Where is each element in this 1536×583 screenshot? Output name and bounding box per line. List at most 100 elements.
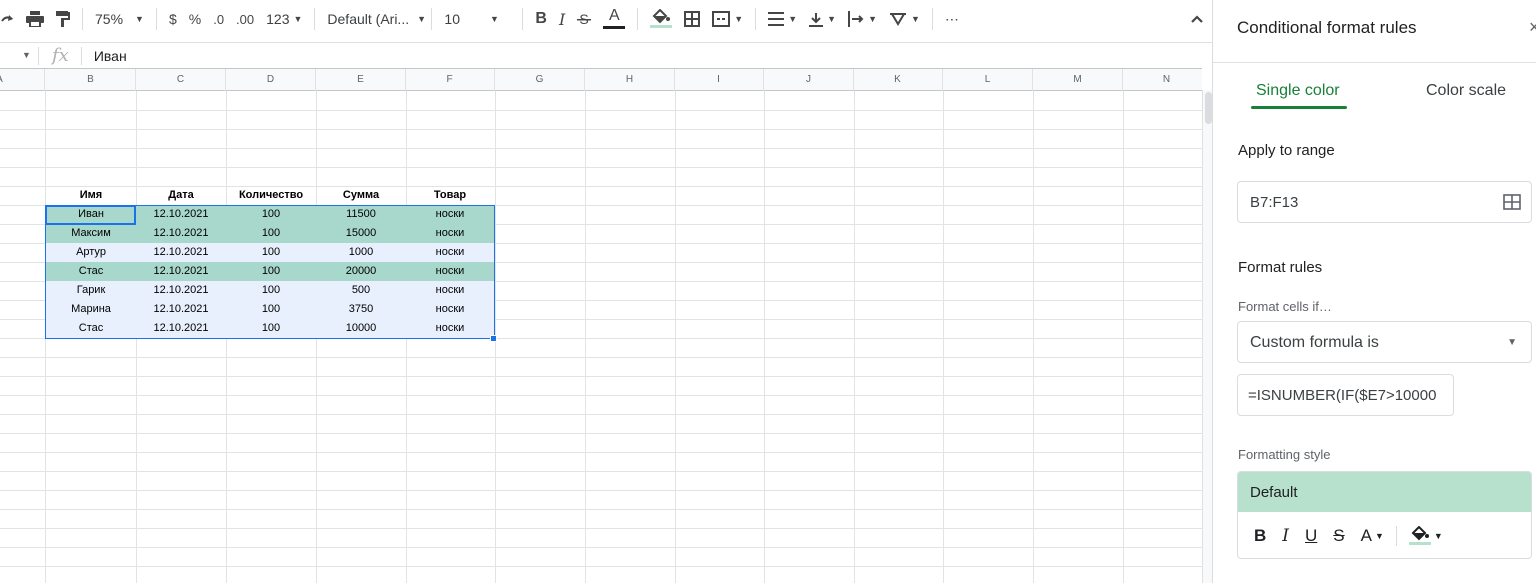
chevron-down-icon: ▼ <box>1433 531 1443 541</box>
percent-format-button[interactable]: % <box>183 5 207 33</box>
active-cell[interactable] <box>45 205 136 225</box>
grid-hline <box>0 395 1202 396</box>
text-wrap-icon[interactable]: ▼ <box>842 5 883 33</box>
formula-bar-divider <box>80 46 82 65</box>
toolbar-divider <box>314 8 316 30</box>
close-icon[interactable]: × <box>1529 17 1536 38</box>
grid-hline <box>0 110 1202 111</box>
collapse-toolbar-icon[interactable] <box>1184 5 1210 33</box>
more-options-icon[interactable]: ⋯ <box>939 5 965 33</box>
borders-icon[interactable] <box>678 5 706 33</box>
chevron-down-icon: ▼ <box>489 14 499 24</box>
text-rotation-icon[interactable]: ▼ <box>883 5 926 33</box>
table-header-cell[interactable]: Дата <box>136 186 226 205</box>
paint-format-icon[interactable] <box>50 5 76 33</box>
number-format-label: 123 <box>266 11 290 27</box>
grid-hline <box>0 148 1202 149</box>
panel-divider <box>1213 62 1536 63</box>
style-text-color-button[interactable]: A ▼ <box>1353 521 1392 551</box>
chevron-down-icon: ▼ <box>788 14 798 24</box>
range-input[interactable]: B7:F13 <box>1237 181 1532 223</box>
tab-color-scale[interactable]: Color scale <box>1426 82 1506 100</box>
condition-select[interactable]: Custom formula is ▼ <box>1237 321 1532 363</box>
vertical-align-icon[interactable]: ▼ <box>803 5 842 33</box>
toolbar-divider <box>637 8 639 30</box>
italic-button[interactable]: I <box>553 5 571 33</box>
format-rules-label: Format rules <box>1238 259 1323 276</box>
style-preview-label: Default <box>1250 484 1298 501</box>
formula-bar: ▼ fx Иван <box>0 42 1212 68</box>
spreadsheet-app: 75% ▼ $ % .0 .00 123 ▼ Default (Ari... ▼… <box>0 0 1536 583</box>
chevron-down-icon: ▼ <box>135 14 144 24</box>
grid-hline <box>0 528 1202 529</box>
decrease-decimal-label: .0 <box>213 11 225 27</box>
grid-hline <box>0 566 1202 567</box>
column-header[interactable]: H <box>585 69 675 91</box>
style-italic-button[interactable]: I <box>1274 521 1297 551</box>
column-header[interactable]: I <box>674 69 764 91</box>
column-header[interactable]: N <box>1122 69 1202 91</box>
style-preview[interactable]: Default <box>1238 472 1531 512</box>
grid-hline <box>0 433 1202 434</box>
table-header-cell[interactable]: Имя <box>46 186 136 205</box>
formula-value: =ISNUMBER(IF($E7>10000 <box>1248 387 1437 404</box>
bold-button[interactable]: B <box>529 5 553 33</box>
zoom-select[interactable]: 75% ▼ <box>89 5 150 33</box>
merge-cells-icon[interactable]: ▼ <box>706 5 749 33</box>
column-header[interactable]: J <box>764 69 854 91</box>
style-underline-button[interactable]: U <box>1297 521 1325 551</box>
column-header[interactable]: D <box>226 69 316 91</box>
text-color-button[interactable]: A <box>597 5 631 33</box>
name-box-chevron-icon[interactable]: ▼ <box>22 50 31 60</box>
column-header[interactable]: M <box>1033 69 1123 91</box>
column-header[interactable]: K <box>853 69 943 91</box>
grid-hline <box>0 509 1202 510</box>
table-header-cell[interactable]: Сумма <box>316 186 406 205</box>
table-header-cell[interactable]: Количество <box>226 186 316 205</box>
column-header[interactable]: F <box>405 69 495 91</box>
style-bold-button[interactable]: B <box>1246 521 1274 551</box>
scrollbar-thumb[interactable] <box>1205 92 1212 124</box>
column-header[interactable]: C <box>136 69 226 91</box>
toolbar-divider <box>82 8 83 30</box>
print-icon[interactable] <box>20 5 50 33</box>
condition-value: Custom formula is <box>1250 334 1379 351</box>
custom-formula-input[interactable]: =ISNUMBER(IF($E7>10000 <box>1237 374 1454 416</box>
fill-handle[interactable] <box>490 335 497 342</box>
vertical-scrollbar[interactable] <box>1202 90 1212 583</box>
font-size-select[interactable]: 10 ▼ <box>438 5 516 33</box>
strikethrough-icon[interactable]: S <box>571 5 597 33</box>
currency-format-button[interactable]: $ <box>163 5 183 33</box>
tab-single-color[interactable]: Single color <box>1256 82 1340 100</box>
fx-icon: fx <box>52 45 69 66</box>
font-family-select[interactable]: Default (Ari... ▼ <box>321 5 426 33</box>
active-tab-indicator <box>1251 106 1347 109</box>
format-cells-if-label: Format cells if… <box>1238 299 1332 314</box>
spreadsheet-grid[interactable]: ABCDEFGHIJKLMN ИмяДатаКоличествоСуммаТов… <box>0 68 1202 583</box>
range-value: B7:F13 <box>1250 194 1299 211</box>
chevron-down-icon: ▼ <box>827 14 837 24</box>
redo-icon[interactable] <box>0 5 20 33</box>
column-header[interactable]: G <box>495 69 585 91</box>
table-header-cell[interactable]: Товар <box>405 186 495 205</box>
decrease-decimal-button[interactable]: .0 <box>207 5 230 33</box>
column-header[interactable]: E <box>316 69 406 91</box>
horizontal-align-icon[interactable]: ▼ <box>762 5 803 33</box>
formula-input[interactable]: Иван <box>94 48 127 64</box>
column-header[interactable]: A <box>0 69 45 91</box>
conditional-format-panel: Conditional format rules × Single color … <box>1212 0 1536 583</box>
grid-select-icon[interactable] <box>1503 194 1521 215</box>
chevron-down-icon: ▼ <box>293 14 303 24</box>
style-fill-color-icon[interactable]: ▼ <box>1401 521 1451 551</box>
fill-color-icon[interactable] <box>644 5 678 33</box>
toolbar-divider <box>431 8 433 30</box>
column-headers: ABCDEFGHIJKLMN <box>0 69 1202 91</box>
number-format-select[interactable]: 123 ▼ <box>260 5 308 33</box>
text-color-letter: A <box>608 7 620 24</box>
chevron-down-icon: ▼ <box>868 14 877 24</box>
grid-hline <box>0 452 1202 453</box>
style-strikethrough-button[interactable]: S <box>1325 521 1352 551</box>
increase-decimal-button[interactable]: .00 <box>230 5 260 33</box>
column-header[interactable]: B <box>46 69 136 91</box>
column-header[interactable]: L <box>943 69 1033 91</box>
